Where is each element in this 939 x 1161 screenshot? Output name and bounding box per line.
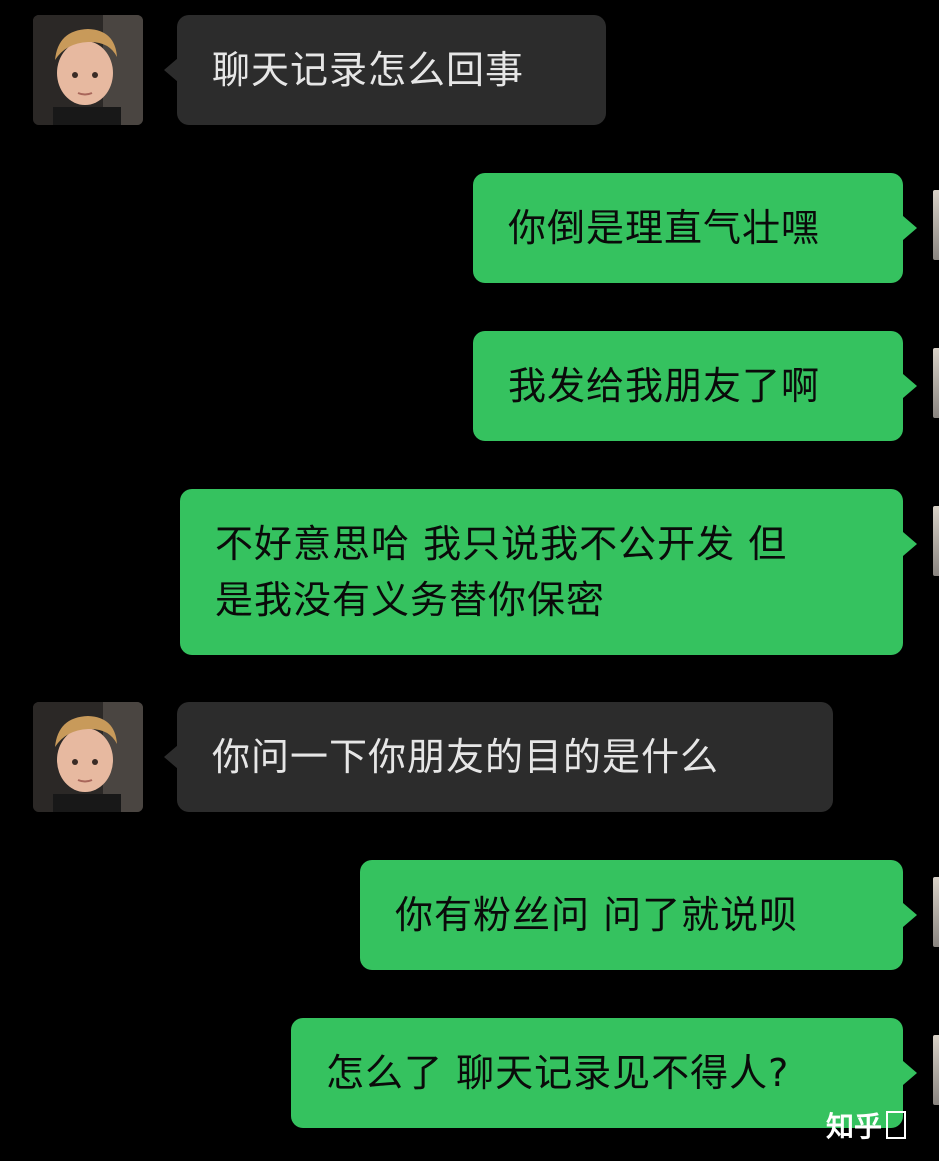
bubble-tail <box>164 745 178 769</box>
self-avatar-edge[interactable] <box>933 506 939 576</box>
message-bubble-received[interactable]: 你问一下你朋友的目的是什么 <box>177 702 833 812</box>
zhihu-watermark: 知乎 <box>826 1105 907 1145</box>
message-text: 你有粉丝问 问了就说呗 <box>395 893 799 937</box>
self-avatar-edge[interactable] <box>933 348 939 418</box>
message-text: 我发给我朋友了啊 <box>508 364 821 408</box>
message-bubble-received[interactable]: 聊天记录怎么回事 <box>177 15 606 125</box>
bubble-tail <box>903 374 917 398</box>
zhihu-logo-icon <box>886 1111 907 1139</box>
message-text: 聊天记录怎么回事 <box>212 48 525 92</box>
bubble-tail <box>164 58 178 82</box>
message-bubble-sent[interactable]: 你倒是理直气壮嘿 <box>473 173 903 283</box>
self-avatar-edge[interactable] <box>933 877 939 947</box>
contact-avatar[interactable] <box>33 15 143 125</box>
message-bubble-sent[interactable]: 你有粉丝问 问了就说呗 <box>360 860 903 970</box>
message-bubble-sent[interactable]: 不好意思哈 我只说我不公开发 但 是我没有义务替你保密 <box>180 489 903 655</box>
avatar-child-icon <box>33 702 143 812</box>
contact-avatar[interactable] <box>33 702 143 812</box>
avatar-child-icon <box>33 15 143 125</box>
message-text-line: 不好意思哈 我只说我不公开发 但 <box>215 522 788 566</box>
message-text: 怎么了 聊天记录见不得人? <box>326 1051 790 1095</box>
self-avatar-edge[interactable] <box>933 1035 939 1105</box>
message-text: 你倒是理直气壮嘿 <box>508 206 821 250</box>
message-bubble-sent[interactable]: 我发给我朋友了啊 <box>473 331 903 441</box>
self-avatar-edge[interactable] <box>933 190 939 260</box>
bubble-tail <box>903 1061 917 1085</box>
bubble-tail <box>903 903 917 927</box>
watermark-brand: 知乎 <box>826 1110 883 1143</box>
message-bubble-sent[interactable]: 怎么了 聊天记录见不得人? <box>291 1018 903 1128</box>
bubble-tail <box>903 216 917 240</box>
message-text: 你问一下你朋友的目的是什么 <box>212 735 720 779</box>
message-text-line: 是我没有义务替你保密 <box>215 578 606 622</box>
bubble-tail <box>903 532 917 556</box>
